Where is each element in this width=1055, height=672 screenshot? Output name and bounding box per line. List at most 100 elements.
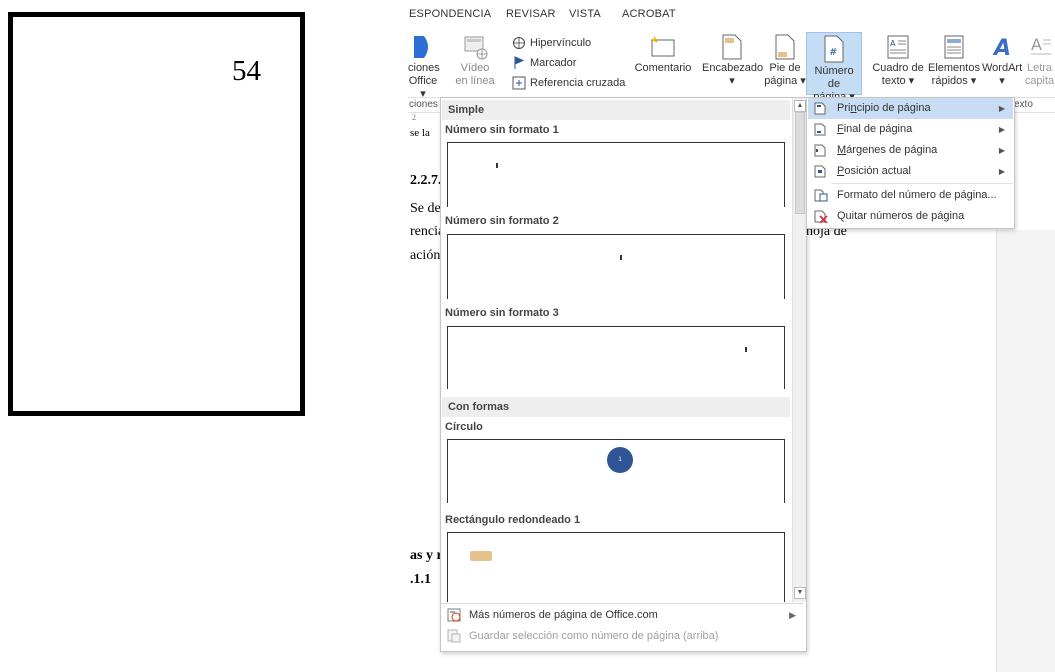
bookmark-flag-icon <box>514 56 525 70</box>
tab-correspondencia[interactable]: ESPONDENCIA <box>409 8 491 20</box>
remove-page-number-icon <box>814 210 828 223</box>
save-selection-item[interactable]: Guardar selección como número de página … <box>442 626 804 646</box>
wordart-label-2: ▾ <box>999 75 1005 87</box>
header-icon <box>722 34 742 60</box>
menu-item-top-of-page[interactable]: Principio de página ▶ <box>808 98 1013 119</box>
wordart-label-1: WordArt <box>982 62 1023 74</box>
page-number-label-1: Número de <box>814 65 854 90</box>
menu-item-label: Posición actual <box>837 165 911 177</box>
gallery-item-label-2: Número sin formato 2 <box>445 215 559 227</box>
gallery-item-label-3: Número sin formato 3 <box>445 307 559 319</box>
group-label-apps: ciones <box>409 99 438 110</box>
more-page-numbers-label: Más números de página de Office.com <box>469 609 658 621</box>
section-header-shapes: Con formas <box>442 397 790 417</box>
video-label-1: Vídeo <box>460 62 490 74</box>
doc-line-2: 2.2.7. <box>410 173 442 188</box>
page-number-mark <box>620 255 622 260</box>
bookmark-button[interactable]: Marcador <box>512 54 576 72</box>
page-number-button[interactable]: # Número de página ▾ <box>806 32 862 103</box>
textbox-icon: A <box>887 35 909 59</box>
page-top-icon <box>814 102 826 115</box>
tab-revisar[interactable]: REVISAR <box>506 8 556 20</box>
scroll-up-arrow[interactable]: ▲ <box>794 100 806 112</box>
quickparts-label-1: Elementos <box>928 62 980 74</box>
save-selection-icon <box>447 629 461 643</box>
svg-text:A: A <box>992 36 1011 60</box>
page-number-box: 54 <box>8 12 305 416</box>
page-number-mark <box>745 347 747 352</box>
doc-line-5: ación <box>410 248 441 263</box>
format-page-number-icon <box>814 189 828 202</box>
hyperlink-button[interactable]: Hipervínculo <box>512 34 591 52</box>
menu-item-remove-page-numbers[interactable]: Quitar números de página <box>808 206 1013 227</box>
quickparts-button[interactable]: Elementos rápidos ▾ <box>926 34 982 88</box>
textbox-label-2: texto ▾ <box>881 75 915 87</box>
page-margins-icon <box>814 144 826 157</box>
page-number-text: 54 <box>232 55 261 87</box>
online-video-button[interactable]: Vídeo en línea <box>452 34 498 88</box>
wordart-button[interactable]: A WordArt ▾ <box>982 34 1022 88</box>
header-label-1: Encabezado <box>702 62 764 74</box>
gallery-divider <box>441 603 804 604</box>
doc-line-8: .1.1 <box>410 572 431 587</box>
menu-item-format-page-numbers[interactable]: Formato del número de página... <box>808 185 1013 206</box>
menu-item-bottom-of-page[interactable]: Final de página ▶ <box>808 119 1013 140</box>
store-icon <box>414 36 428 58</box>
gallery-item-plain-3[interactable] <box>447 326 785 389</box>
gallery-item-plain-2[interactable] <box>447 234 785 299</box>
ribbon-tabs: ESPONDENCIA REVISAR VISTA ACROBAT <box>408 0 1055 26</box>
menu-item-page-margins[interactable]: Márgenes de página ▶ <box>808 140 1013 161</box>
menu-item-label: Márgenes de página <box>837 144 938 156</box>
svg-text:A: A <box>1031 35 1042 54</box>
menu-separator <box>831 183 1013 184</box>
menu-item-label: Formato del número de página... <box>837 189 997 201</box>
apps-office-button[interactable]: ciones Office ▾ <box>408 34 440 101</box>
office-online-icon <box>447 608 461 622</box>
gallery-item-label-4: Círculo <box>445 421 483 433</box>
tab-vista[interactable]: VISTA <box>569 8 601 20</box>
doc-line-7: as y r <box>410 548 443 563</box>
current-position-icon <box>814 165 826 178</box>
section-header-simple: Simple <box>442 100 790 120</box>
tab-acrobat[interactable]: ACROBAT <box>622 8 676 20</box>
gallery-scroll-area[interactable]: Simple Número sin formato 1 Número sin f… <box>441 98 791 602</box>
page-number-mark <box>496 163 498 168</box>
comment-button[interactable]: Comentario <box>632 34 694 75</box>
rounded-rect-shape <box>470 551 492 561</box>
menu-item-label: Final de página <box>837 123 913 135</box>
page-number-gallery[interactable]: Simple Número sin formato 1 Número sin f… <box>440 97 807 652</box>
header-button[interactable]: Encabezado ▾ <box>702 34 764 88</box>
globe-link-icon <box>513 37 525 50</box>
dropcap-button[interactable]: A Letra capita <box>1024 34 1055 88</box>
menu-item-current-position[interactable]: Posición actual ▶ <box>808 161 1013 182</box>
gallery-scrollbar[interactable]: ▲ ▼ <box>792 98 806 602</box>
crossref-button[interactable]: Referencia cruzada <box>512 74 625 92</box>
circle-shape: 1 <box>607 447 633 473</box>
footer-label-2: página ▾ <box>764 75 806 87</box>
page-number-submenu[interactable]: Principio de página ▶ Final de página ▶ … <box>806 97 1015 229</box>
scroll-down-arrow[interactable]: ▼ <box>794 587 806 599</box>
gallery-item-circle[interactable]: 1 <box>447 439 785 503</box>
hyperlink-label: Hipervínculo <box>530 37 592 49</box>
dropcap-label-1: Letra <box>1026 62 1053 74</box>
textbox-label-1: Cuadro de <box>872 62 924 74</box>
comment-icon <box>651 36 675 57</box>
comment-label: Comentario <box>634 62 692 74</box>
doc-line-3: Se de <box>410 201 441 216</box>
scroll-thumb[interactable] <box>795 112 805 214</box>
crossref-label: Referencia cruzada <box>530 77 626 89</box>
textbox-button[interactable]: A Cuadro de texto ▾ <box>870 34 926 88</box>
doc-line-1: se la <box>410 127 430 139</box>
gallery-item-rounded-rect[interactable] <box>447 532 785 602</box>
side-pane <box>996 230 1055 672</box>
crossref-icon <box>512 76 526 90</box>
gallery-item-plain-1[interactable] <box>447 142 785 207</box>
ruler-mark: 2 <box>412 113 416 122</box>
header-label-2: ▾ <box>729 75 735 87</box>
more-page-numbers-item[interactable]: Más números de página de Office.com ▶ <box>442 605 804 625</box>
quickparts-label-2: rápidos ▾ <box>931 75 977 87</box>
footer-button[interactable]: Pie de página ▾ <box>764 34 806 88</box>
page-number-icon: # <box>824 35 844 63</box>
svg-text:#: # <box>829 47 837 58</box>
wordart-icon: A <box>992 36 1011 60</box>
